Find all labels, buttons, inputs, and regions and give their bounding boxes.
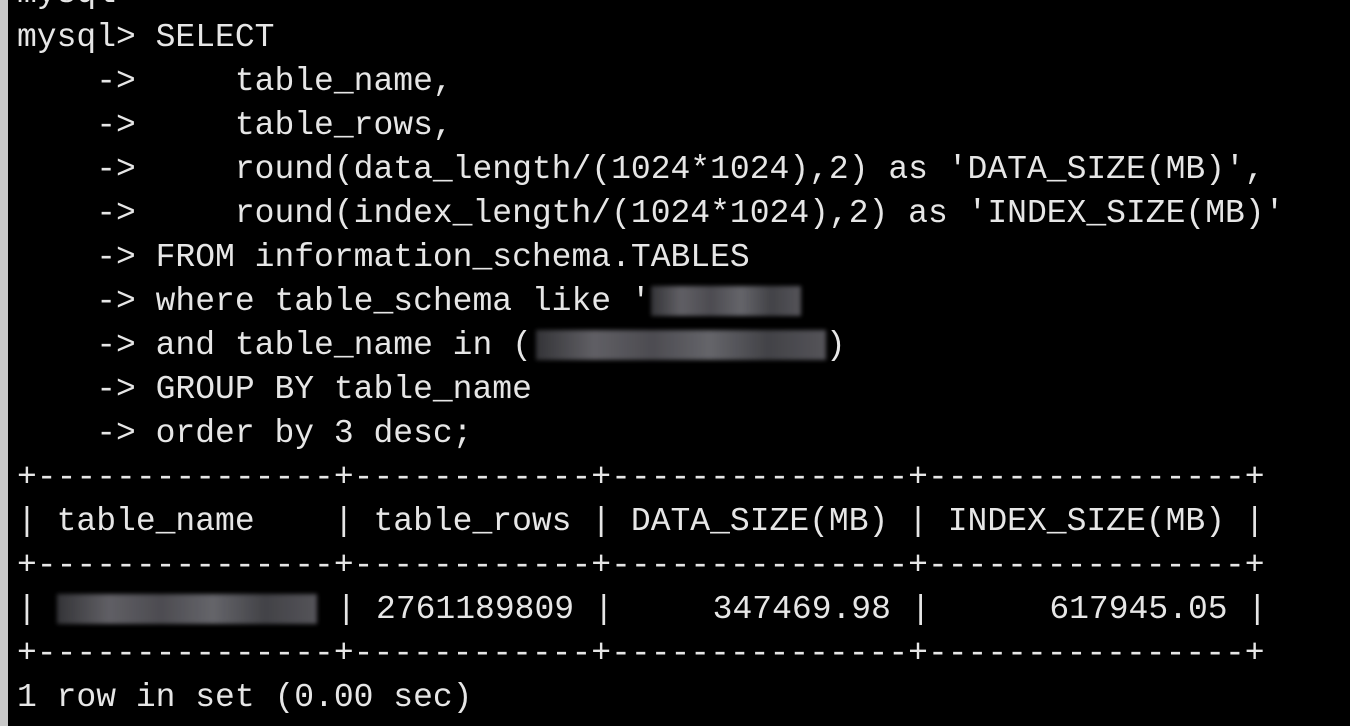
redacted-table-list xyxy=(535,330,826,361)
query-line: -> table_name, xyxy=(17,63,453,100)
query-line: -> round(index_length/(1024*1024),2) as … xyxy=(17,195,1285,232)
table-row: | | 2761189809 | 347469.98 | 617945.05 | xyxy=(17,588,1284,632)
row-cell: | xyxy=(17,591,57,628)
table-border: +---------------+------------+----------… xyxy=(17,459,1265,496)
query-line: mysql> SELECT xyxy=(17,19,275,56)
result-summary: 1 row in set (0.00 sec) xyxy=(17,679,473,716)
query-line: -> order by 3 desc; xyxy=(17,415,473,452)
redacted-table-name xyxy=(56,594,317,625)
table-border: +---------------+------------+----------… xyxy=(17,547,1265,584)
query-line: -> GROUP BY table_name xyxy=(17,371,532,408)
prompt-line: mysql> xyxy=(17,0,1284,16)
query-line: -> table_rows, xyxy=(17,107,453,144)
query-line: -> FROM information_schema.TABLES xyxy=(17,239,750,276)
window-left-border xyxy=(0,0,8,726)
query-line: -> where table_schema like ' xyxy=(17,280,1284,324)
query-line: -> round(data_length/(1024*1024),2) as '… xyxy=(17,151,1265,188)
row-cells: | 2761189809 | 347469.98 | 617945.05 | xyxy=(316,591,1268,628)
query-text: -> where table_schema like ' xyxy=(17,283,651,320)
terminal-output[interactable]: mysql> mysql> SELECT -> table_name, -> t… xyxy=(17,0,1284,720)
table-header-row: | table_name | table_rows | DATA_SIZE(MB… xyxy=(17,503,1265,540)
query-text: ) xyxy=(825,327,846,364)
query-line: -> and table_name in () xyxy=(17,324,1284,368)
table-border: +---------------+------------+----------… xyxy=(17,635,1265,672)
redacted-schema xyxy=(650,286,801,317)
query-text: -> and table_name in ( xyxy=(17,327,532,364)
